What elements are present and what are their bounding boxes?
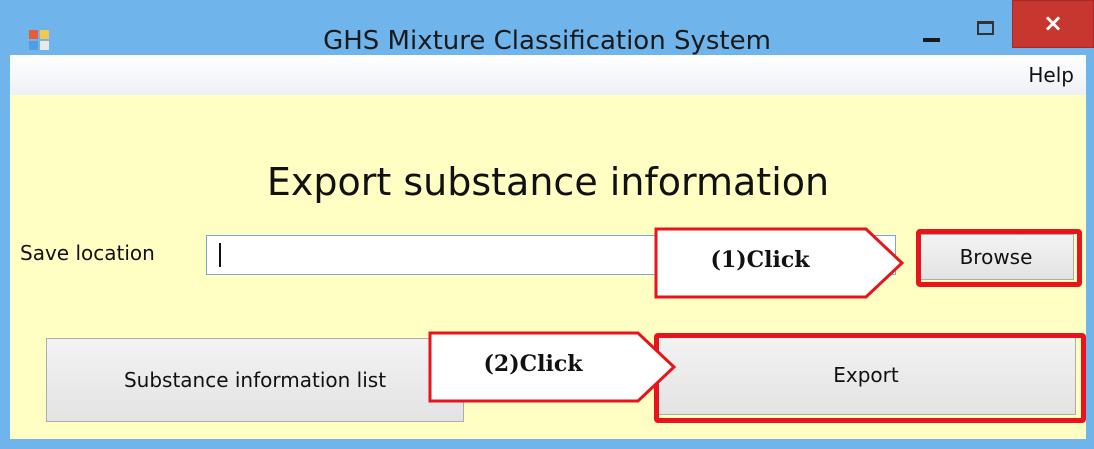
substance-list-button[interactable]: Substance information list <box>46 338 464 422</box>
maximize-button[interactable] <box>962 14 1012 54</box>
minimize-button[interactable] <box>908 14 958 54</box>
browse-highlight-box <box>916 229 1082 287</box>
menu-bar: Help <box>10 55 1086 95</box>
page-title: Export substance information <box>266 160 830 204</box>
save-location-label: Save location <box>20 241 155 265</box>
export-highlight-box <box>654 333 1086 423</box>
text-caret <box>219 243 221 267</box>
app-window: GHS Mixture Classification System × Help… <box>0 0 1094 449</box>
form-area: Export substance information Save locati… <box>10 95 1086 439</box>
callout-step2: (2)Click <box>428 331 680 403</box>
close-button[interactable]: × <box>1012 0 1094 48</box>
menu-item-help[interactable]: Help <box>1028 63 1074 87</box>
callout-step2-text: (2)Click <box>483 351 583 377</box>
callout-step1-text: (1)Click <box>710 247 810 273</box>
callout-step1: (1)Click <box>654 227 906 299</box>
